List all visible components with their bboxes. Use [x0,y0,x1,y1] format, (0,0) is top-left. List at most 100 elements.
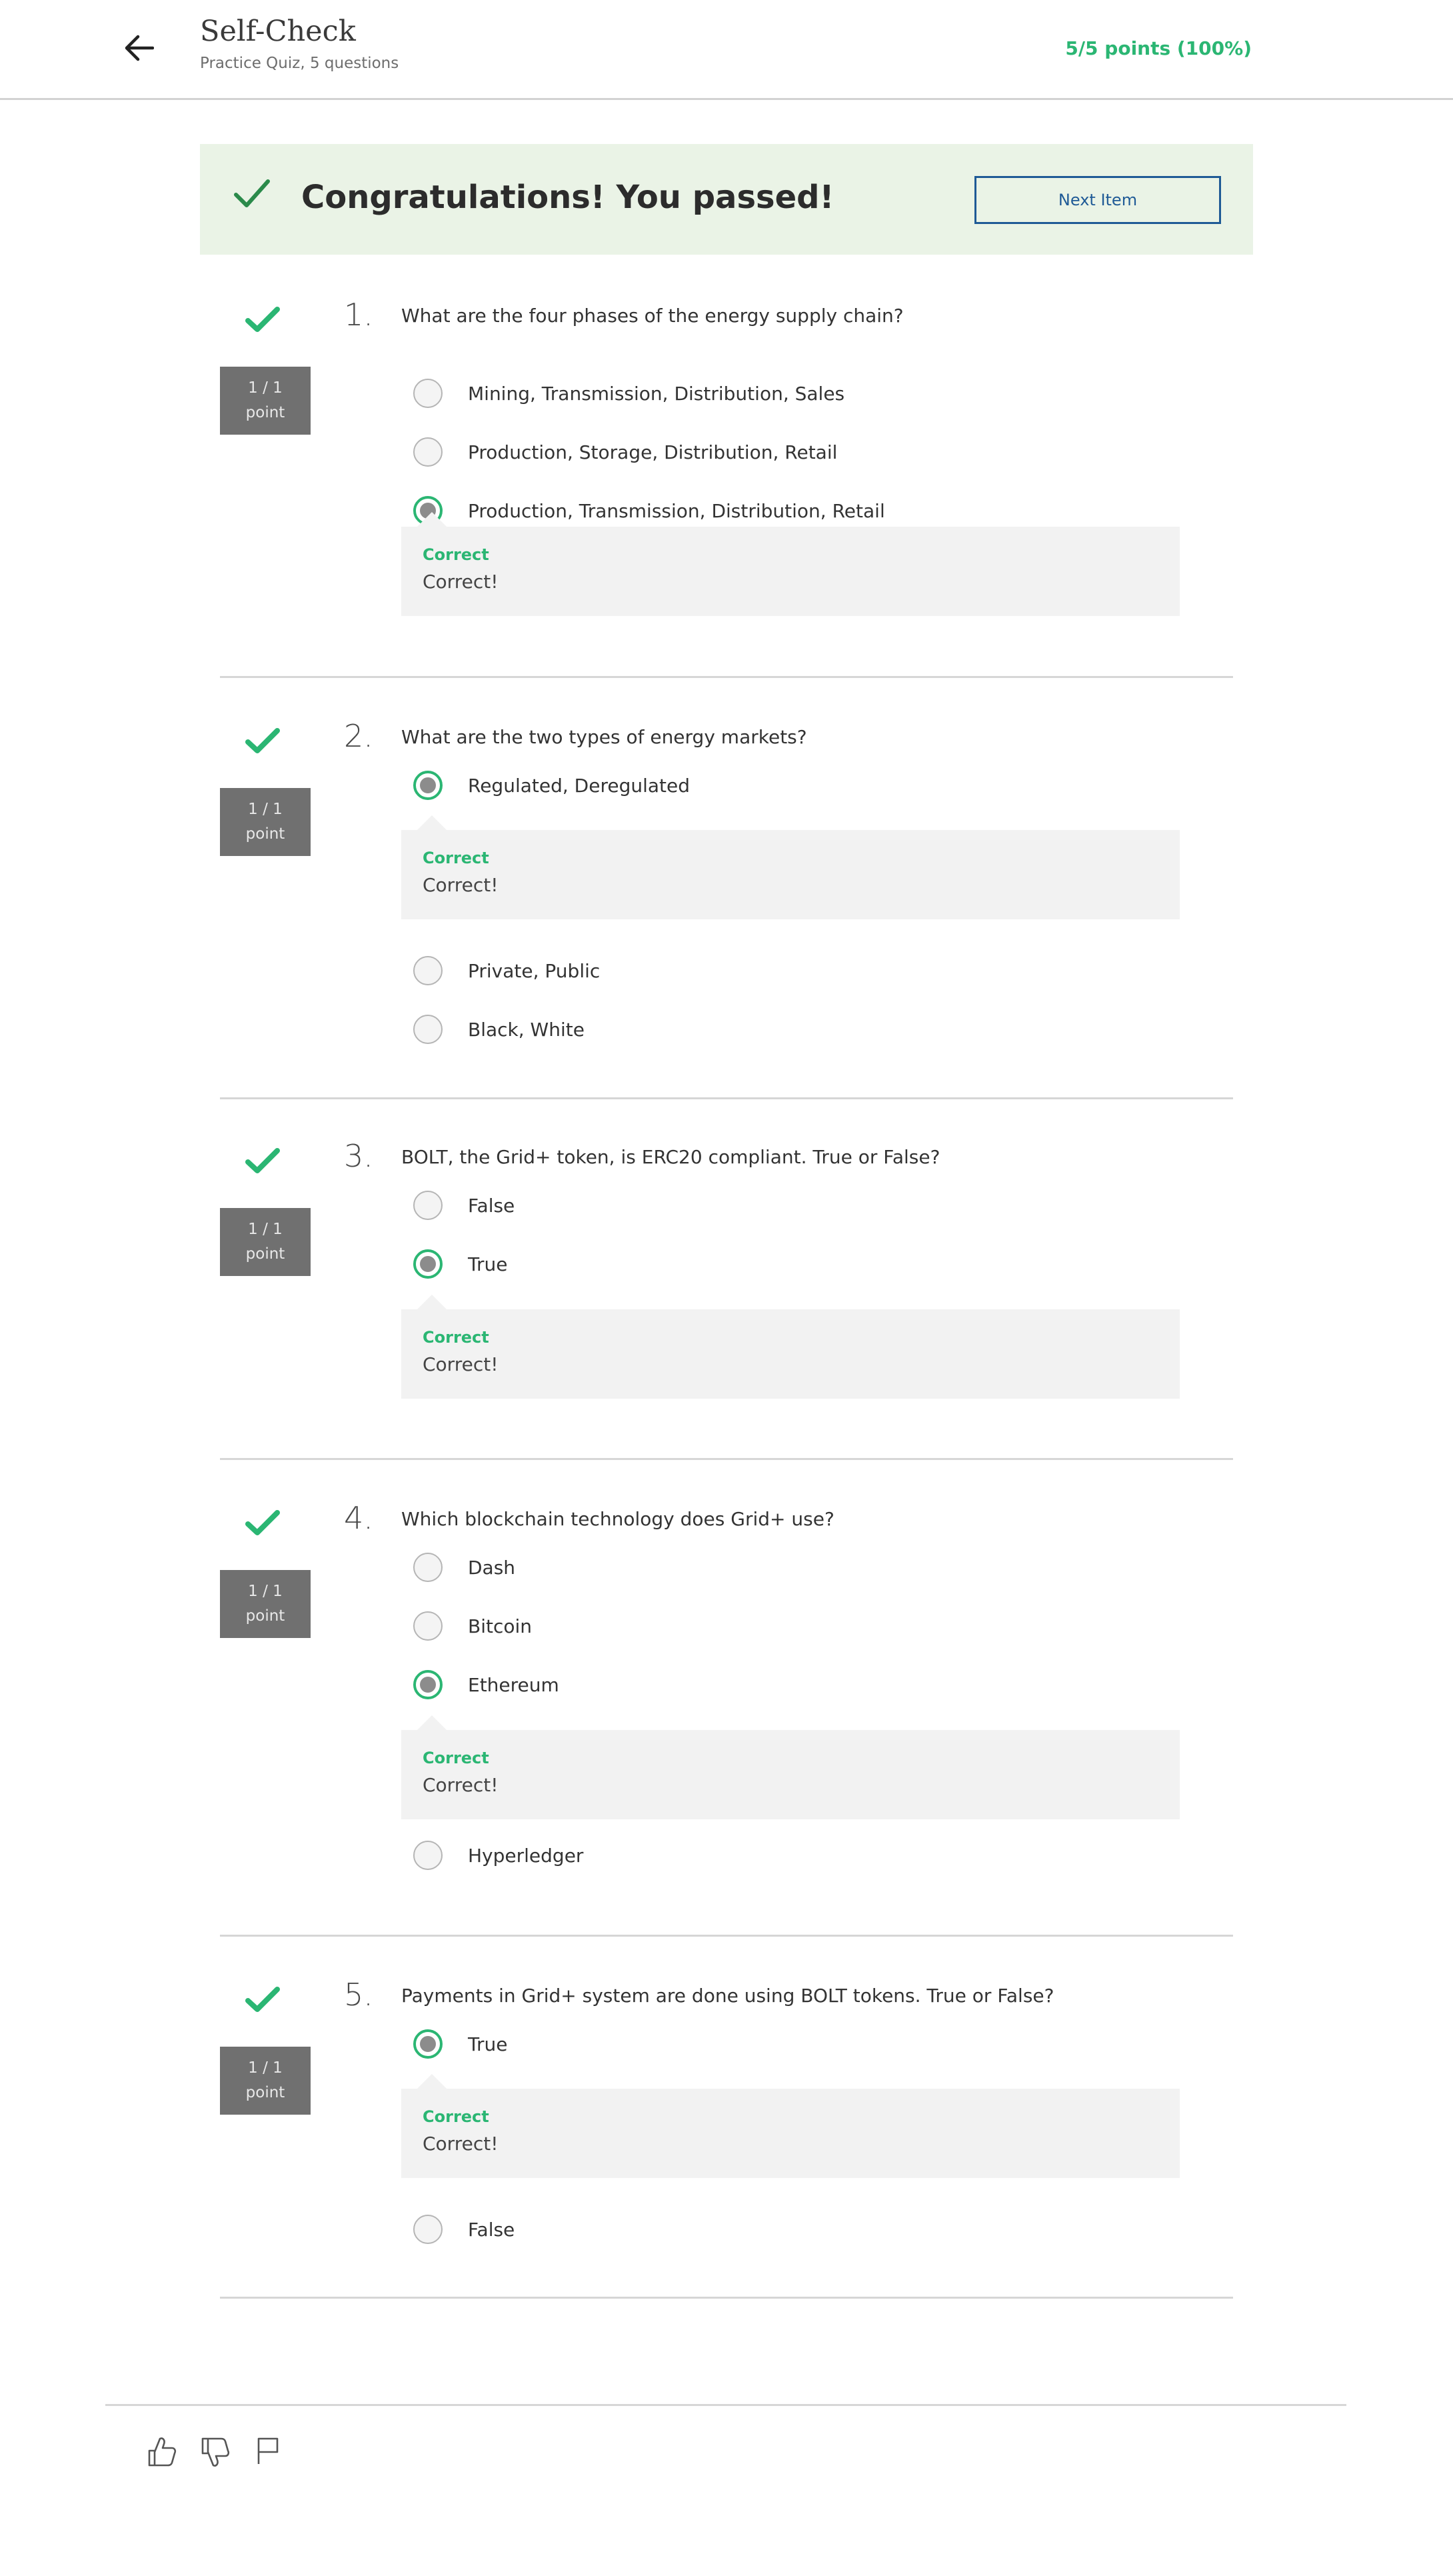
answer-label: Bitcoin [468,1615,533,1637]
answer-option[interactable]: Production, Storage, Distribution, Retai… [413,435,837,469]
points-value: 1 / 1 [248,1221,283,1238]
answer-label: False [468,1194,515,1217]
question-text: Which blockchain technology does Grid+ u… [401,1508,834,1530]
answer-label: Production, Storage, Distribution, Retai… [468,441,838,463]
radio-button[interactable] [413,1015,443,1044]
radio-selected[interactable] [413,1249,443,1279]
points-badge: 1 / 1 point [220,2047,311,2115]
correct-check-icon [245,307,280,332]
page-title: Self-Check [200,15,356,48]
radio-button[interactable] [413,1553,443,1582]
question-3: 1 / 1 point 3. BOLT, the Grid+ token, is ER… [220,1138,1233,1460]
answer-label: True [468,1253,508,1275]
answer-label: Production, Transmission, Distribution, … [468,499,885,522]
answer-option[interactable]: Ethereum [413,1668,559,1701]
answer-label: Black, White [468,1018,585,1041]
answer-label: True [468,2033,508,2055]
points-value: 1 / 1 [248,2059,283,2077]
answer-option[interactable]: Hyperledger [413,1839,583,1872]
pass-message: Congratulations! You passed! [301,179,834,216]
answer-label: Dash [468,1556,516,1579]
question-number: 5. [344,1977,373,2013]
points-value: 1 / 1 [248,801,283,818]
answer-option[interactable]: Mining, Transmission, Distribution, Sale… [413,377,844,410]
answer-option[interactable]: False [413,1189,515,1222]
pass-banner: Congratulations! You passed! Next Item [200,144,1253,255]
question-number: 1. [344,297,373,333]
answer-option[interactable]: Black, White [413,1013,585,1046]
points-unit: point [245,1607,285,1625]
answer-option[interactable]: False [413,2213,515,2246]
thumbs-down-icon[interactable] [199,2435,232,2469]
feedback-actions [145,2435,285,2469]
question-text: What are the four phases of the energy s… [401,305,904,327]
feedback-title: Correct [423,1749,489,1767]
question-2: 1 / 1 point 2. What are the two types of en… [220,718,1233,1099]
answer-label: Mining, Transmission, Distribution, Sale… [468,382,845,405]
answer-option[interactable]: Private, Public [413,954,600,987]
radio-button[interactable] [413,437,443,467]
feedback-title: Correct [423,849,489,867]
correct-check-icon [245,1987,280,2012]
radio-selected[interactable] [413,1670,443,1699]
header-bar: Self-Check Practice Quiz, 5 questions 5/… [0,0,1453,100]
question-text: BOLT, the Grid+ token, is ERC20 complian… [401,1146,940,1168]
points-badge: 1 / 1 point [220,788,311,856]
answer-feedback: Correct Correct! [401,1295,1180,1399]
back-button[interactable] [115,29,163,67]
feedback-text: Correct! [423,1353,499,1375]
question-number: 4. [344,1500,373,1536]
question-text: What are the two types of energy markets… [401,726,807,748]
feedback-text: Correct! [423,1774,499,1796]
flag-icon[interactable] [252,2435,285,2469]
radio-button[interactable] [413,956,443,985]
answer-feedback: Correct Correct! [401,2074,1180,2178]
radio-button[interactable] [413,1841,443,1870]
answer-feedback: Correct Correct! [401,512,1180,616]
radio-selected[interactable] [413,771,443,800]
question-number: 2. [344,718,373,754]
answer-label: Ethereum [468,1673,559,1696]
feedback-text: Correct! [423,874,499,896]
arrow-left-icon [125,35,154,61]
answer-option[interactable]: Regulated, Deregulated [413,769,690,802]
points-badge: 1 / 1 point [220,367,311,435]
radio-selected[interactable] [413,2029,443,2059]
feedback-title: Correct [423,1328,489,1347]
thumbs-up-icon[interactable] [145,2435,179,2469]
radio-button[interactable] [413,2215,443,2244]
points-unit: point [245,825,285,843]
points-value: 1 / 1 [248,379,283,397]
points-badge: 1 / 1 point [220,1208,311,1276]
quiz-score: 5/5 points (100%) [1065,37,1252,59]
question-4: 1 / 1 point 4. Which blockchain technology … [220,1500,1233,1937]
answer-option[interactable]: Bitcoin [413,1609,532,1643]
question-5: 1 / 1 point 5. Payments in Grid+ system are… [220,1977,1233,2299]
feedback-text: Correct! [423,2133,499,2155]
answer-label: Private, Public [468,959,601,982]
points-unit: point [245,2084,285,2101]
points-unit: point [245,404,285,421]
answer-label: False [468,2218,515,2241]
answer-option[interactable]: True [413,2027,507,2061]
next-item-button[interactable]: Next Item [974,176,1221,224]
question-text: Payments in Grid+ system are done using … [401,1985,1054,2007]
correct-check-icon [245,1148,280,1173]
points-badge: 1 / 1 point [220,1570,311,1638]
points-value: 1 / 1 [248,1583,283,1600]
answer-option[interactable]: Production, Transmission, Distribution, … [413,494,885,527]
checkmark-icon [234,179,270,207]
answer-option[interactable]: Dash [413,1551,515,1584]
answer-label: Hyperledger [468,1844,584,1867]
radio-button[interactable] [413,1191,443,1220]
question-number: 3. [344,1138,373,1174]
feedback-title: Correct [423,2107,489,2126]
page-subtitle: Practice Quiz, 5 questions [200,55,399,72]
radio-button[interactable] [413,379,443,408]
answer-option[interactable]: True [413,1247,507,1281]
footer-divider [105,2404,1346,2406]
radio-button[interactable] [413,1611,443,1641]
answer-feedback: Correct Correct! [401,815,1180,919]
answer-feedback: Correct Correct! [401,1715,1180,1819]
answer-label: Regulated, Deregulated [468,774,691,797]
